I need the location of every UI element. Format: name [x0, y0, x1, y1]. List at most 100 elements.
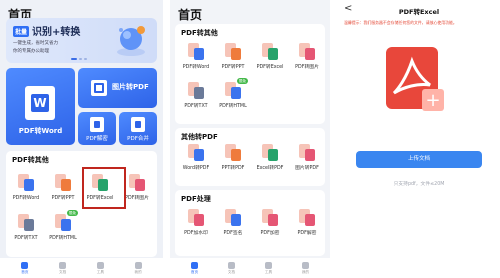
home-icon — [21, 261, 29, 269]
svg-text:+: + — [425, 90, 440, 111]
tool-label: PDF解密 — [297, 231, 317, 236]
nav-tools[interactable]: 工具 — [255, 261, 283, 275]
tool-label: PDF加水印 — [184, 231, 208, 236]
file-convert-icon — [129, 174, 145, 191]
tools-screen: 首页 PDF转其他 PDF转Word PDF转PPT PDF转Excel PDF转图片… — [170, 0, 330, 278]
pdf-processing-section: PDF处理 PDF加水印 PDF签名 PDF加密 PDF解密 — [175, 190, 325, 256]
file-convert-icon — [262, 209, 278, 226]
tool-item[interactable]: 限免 PDF转HTML — [45, 210, 81, 248]
selection-highlight — [82, 167, 126, 209]
bottom-nav: 首页 文档 工具 我的 — [170, 258, 330, 278]
banner-pager[interactable] — [71, 58, 87, 60]
file-convert-icon — [55, 174, 71, 191]
tool-item[interactable]: PDF签名 — [215, 209, 251, 243]
card-label: PDF解密 — [86, 136, 108, 142]
banner-subtitle: 一键生成，省时又省力 — [13, 41, 58, 46]
tool-item[interactable]: Word转PDF — [178, 144, 214, 178]
tool-label: PPT转PDF — [221, 166, 245, 171]
tool-item[interactable]: PPT转PDF — [215, 144, 251, 178]
tool-label: PDF转HTML — [49, 236, 77, 241]
nav-profile[interactable]: 我的 — [292, 261, 320, 275]
other-to-pdf-section: 其他转PDF Word转PDF PPT转PDF Excel转PDF 图片转PDF — [175, 128, 325, 186]
upload-hint: 只支持pdf，文件≤20M — [393, 182, 445, 187]
tool-item[interactable]: PDF转图片 — [289, 43, 325, 77]
tool-item[interactable]: PDF转TXT — [178, 82, 214, 116]
section-title: 其他转PDF — [181, 133, 218, 141]
file-convert-icon — [225, 144, 241, 161]
top-bar: < PDF转Excel — [338, 0, 500, 18]
free-badge: 限免 — [236, 78, 248, 84]
tool-label: Word转PDF — [182, 166, 210, 171]
tool-item[interactable]: PDF解密 — [289, 209, 325, 243]
tool-item[interactable]: PDF转TXT — [8, 214, 44, 248]
tool-item[interactable]: PDF转Word — [8, 174, 44, 208]
section-title: PDF处理 — [181, 195, 211, 203]
image-icon — [91, 80, 107, 96]
file-convert-icon — [262, 43, 278, 60]
section-title: PDF转其他 — [181, 29, 218, 37]
card-label: 图片转PDF — [112, 83, 149, 91]
card-label: PDF转Word — [18, 127, 63, 135]
file-convert-icon — [188, 209, 204, 226]
banner-subtitle-2: 你的专属办公助理 — [13, 49, 49, 54]
tools-icon — [96, 261, 104, 269]
tool-label: 图片转PDF — [295, 166, 319, 171]
image-to-pdf-card[interactable]: 图片转PDF — [78, 68, 157, 108]
upload-button[interactable]: 上传文档 — [356, 151, 482, 168]
section-title: PDF转其他 — [12, 156, 49, 164]
file-convert-icon — [225, 43, 241, 60]
home-screen: 首页 批量 识别+转换 一键生成，省时又省力 你的专属办公助理 W PDF转Wo… — [0, 0, 163, 278]
card-label: PDF合并 — [127, 136, 149, 142]
file-convert-icon — [55, 214, 71, 231]
tool-item[interactable]: PDF加水印 — [178, 209, 214, 243]
file-convert-icon — [18, 214, 34, 231]
nav-home[interactable]: 首页 — [181, 261, 209, 275]
tool-label: PDF转TXT — [184, 104, 208, 109]
tool-label: PDF转图片 — [295, 65, 319, 70]
pdf-to-word-card[interactable]: W PDF转Word — [6, 68, 75, 145]
document-icon — [228, 261, 235, 269]
convert-screen: < PDF转Excel 温馨提示：我们服务器不会存储任何您的文件，请放心使用功能… — [338, 0, 500, 278]
user-icon — [302, 261, 309, 269]
document-icon — [59, 261, 67, 269]
tool-label: PDF转PPT — [221, 65, 245, 70]
unlock-icon — [90, 117, 104, 132]
file-convert-icon — [262, 144, 278, 161]
nav-home[interactable]: 首页 — [11, 261, 39, 275]
file-convert-icon — [188, 144, 204, 161]
tool-label: PDF转Word — [12, 196, 40, 201]
tool-label: Excel转PDF — [256, 166, 284, 171]
batch-tag: 批量 — [13, 26, 30, 37]
promo-banner[interactable]: 批量 识别+转换 一键生成，省时又省力 你的专属办公助理 — [6, 18, 157, 63]
tool-item[interactable]: 限免 PDF转HTML — [215, 78, 251, 116]
tool-label: PDF转PPT — [51, 196, 75, 201]
nav-profile[interactable]: 我的 — [124, 261, 152, 275]
page-title: PDF转Excel — [398, 8, 440, 16]
home-icon — [191, 261, 198, 269]
nav-tools[interactable]: 工具 — [86, 261, 114, 275]
bottom-nav: 首页 文档 工具 我的 — [0, 258, 163, 278]
file-convert-icon — [299, 144, 315, 161]
merge-icon — [131, 117, 145, 132]
tool-item[interactable]: PDF加密 — [252, 209, 288, 243]
nav-docs[interactable]: 文档 — [218, 261, 246, 275]
tool-label: PDF加密 — [260, 231, 280, 236]
banner-illustration-icon — [117, 26, 145, 56]
tool-item[interactable]: Excel转PDF — [252, 144, 288, 178]
file-convert-icon — [188, 82, 204, 99]
page-title: 首页 — [178, 8, 203, 22]
tool-item[interactable]: PDF转PPT — [215, 43, 251, 77]
file-convert-icon — [299, 209, 315, 226]
tool-item[interactable]: PDF转Word — [178, 43, 214, 77]
file-convert-icon — [225, 209, 241, 226]
tool-item[interactable]: PDF转PPT — [45, 174, 81, 208]
pdf-merge-card[interactable]: PDF合并 — [119, 112, 157, 145]
tool-item[interactable]: PDF转Excel — [252, 43, 288, 77]
file-convert-icon — [225, 82, 241, 99]
pdf-decrypt-card[interactable]: PDF解密 — [78, 112, 116, 145]
tool-item[interactable]: 图片转PDF — [289, 144, 325, 178]
tool-label: PDF签名 — [223, 231, 243, 236]
nav-docs[interactable]: 文档 — [49, 261, 77, 275]
tool-label: PDF转Word — [182, 65, 210, 70]
tool-label: PDF转TXT — [14, 236, 38, 241]
